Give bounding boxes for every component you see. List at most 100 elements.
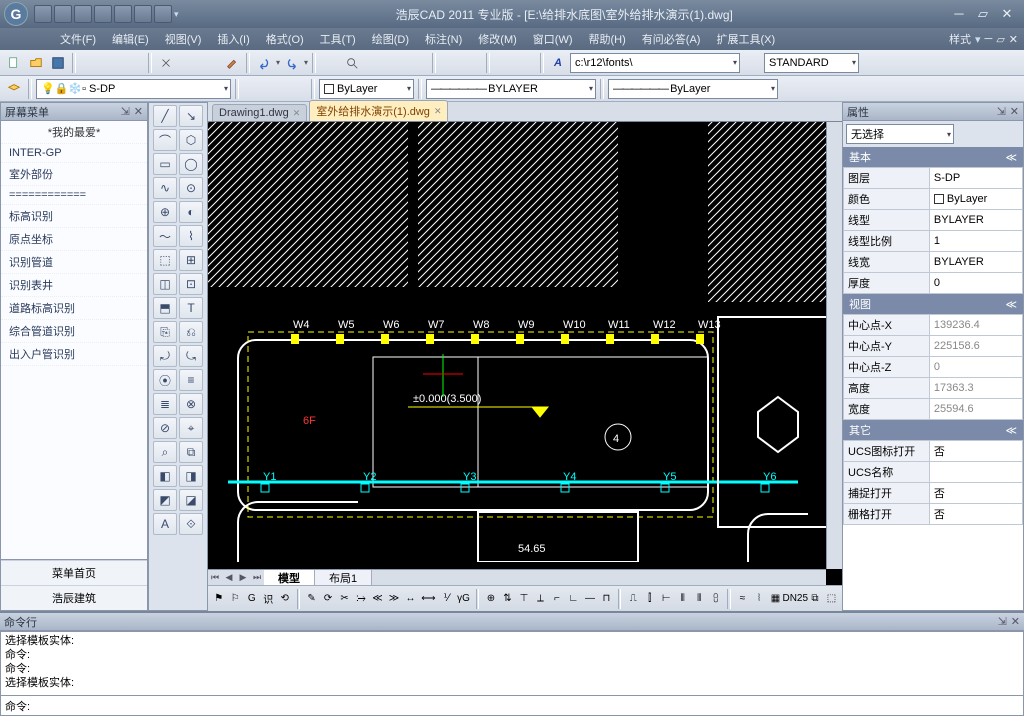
draw-tool-2[interactable]: ⌒	[153, 129, 177, 151]
qat-print[interactable]	[134, 5, 152, 23]
left-item-7[interactable]: 道路标高识别	[1, 297, 147, 320]
left-item-5[interactable]: 识别管道	[1, 251, 147, 274]
draw-tool-9[interactable]: ◐	[179, 201, 203, 223]
tab-first[interactable]: ⏮	[208, 572, 222, 583]
btm-tool-27[interactable]: ⦀	[692, 589, 706, 609]
props-close-icon[interactable]: ✕	[1010, 105, 1019, 118]
tab-close-icon[interactable]: ✕	[434, 106, 442, 117]
left-item-8[interactable]: 综合管道识别	[1, 320, 147, 343]
draw-tool-34[interactable]: A	[153, 513, 177, 535]
app-logo[interactable]: G	[4, 2, 28, 26]
draw-tool-0[interactable]: ╱	[153, 105, 177, 127]
qat-new[interactable]	[34, 5, 52, 23]
menu-11[interactable]: 有问必答(A)	[636, 29, 707, 49]
draw-tool-10[interactable]: ～	[153, 225, 177, 247]
draw-tool-16[interactable]: ⬒	[153, 297, 177, 319]
left-item-3[interactable]: 标高识别	[1, 205, 147, 228]
prop-val-basic-1[interactable]: ByLayer	[929, 189, 1022, 210]
btm-tool-19[interactable]: ⌐	[550, 589, 564, 609]
tb-redo[interactable]	[282, 53, 302, 73]
prop-hdr-basic[interactable]: 基本≪	[843, 147, 1023, 167]
draw-tool-12[interactable]: ⬚	[153, 249, 177, 271]
left-footer-0[interactable]: 菜单首页	[1, 560, 147, 585]
btm-tool-6[interactable]: ⟳	[321, 589, 335, 609]
draw-tool-33[interactable]: ◪	[179, 489, 203, 511]
tb-textstyle-mgr[interactable]	[742, 53, 762, 73]
btm-tool-18[interactable]: ⟂	[534, 589, 548, 609]
btm-tool-9[interactable]: ≪	[371, 589, 385, 609]
draw-tool-14[interactable]: ◫	[153, 273, 177, 295]
tb-zoom-prev[interactable]	[386, 53, 406, 73]
draw-tool-20[interactable]: ⤾	[153, 345, 177, 367]
btm-tool-10[interactable]: ≫	[387, 589, 401, 609]
prop-val-basic-0[interactable]: S-DP	[929, 168, 1022, 189]
command-input[interactable]	[30, 700, 1019, 712]
prop-val-basic-4[interactable]: BYLAYER	[929, 252, 1022, 273]
tb-save[interactable]	[48, 53, 68, 73]
tb-pan[interactable]	[320, 53, 340, 73]
draw-tool-1[interactable]: ↘	[179, 105, 203, 127]
btm-tool-3[interactable]: 识	[262, 589, 276, 609]
tab-last[interactable]: ⏭	[250, 572, 264, 583]
canvas-vscroll[interactable]	[826, 122, 842, 569]
tb-zoom-win[interactable]	[364, 53, 384, 73]
left-item-1[interactable]: 室外部份	[1, 163, 147, 186]
layer-iso[interactable]	[265, 79, 285, 99]
btm-tool-32[interactable]: DN25	[785, 589, 805, 609]
btm-tool-22[interactable]: ⊓	[600, 589, 614, 609]
layer-combo[interactable]: 💡🔒❄️▫ S-DP	[36, 79, 231, 99]
tb-dc[interactable]	[462, 53, 482, 73]
btm-tool-25[interactable]: ⊢	[659, 589, 673, 609]
prop-val-basic-3[interactable]: 1	[929, 231, 1022, 252]
mdi-restore[interactable]: ▱	[996, 33, 1004, 46]
draw-tool-17[interactable]: T	[179, 297, 203, 319]
tab-close-icon[interactable]: ✕	[293, 108, 301, 119]
btm-tool-29[interactable]: ≈	[736, 589, 750, 609]
btm-tool-12[interactable]: ⟷	[420, 589, 436, 609]
minimize-button[interactable]: ─	[950, 6, 968, 22]
tb-undo[interactable]	[254, 53, 274, 73]
btm-tool-4[interactable]: ⟲	[278, 589, 292, 609]
tab-prev[interactable]: ◀	[222, 572, 236, 583]
left-footer-1[interactable]: 浩辰建筑	[1, 585, 147, 610]
tb-plot[interactable]	[124, 53, 144, 73]
btm-tool-20[interactable]: ∟	[567, 589, 581, 609]
prop-val-other-2[interactable]: 否	[929, 483, 1022, 504]
mdi-minimize[interactable]: ─	[985, 33, 993, 45]
draw-tool-24[interactable]: ≣	[153, 393, 177, 415]
menu-5[interactable]: 工具(T)	[314, 29, 362, 49]
layer-state[interactable]	[287, 79, 307, 99]
draw-tool-23[interactable]: ≡	[179, 369, 203, 391]
layer-prev[interactable]	[243, 79, 263, 99]
textstyle-combo[interactable]: STANDARD	[764, 53, 859, 73]
qat-undo[interactable]	[94, 5, 112, 23]
draw-tool-31[interactable]: ◨	[179, 465, 203, 487]
prop-val-other-3[interactable]: 否	[929, 504, 1022, 525]
linetype-combo[interactable]: —————— BYLAYER	[426, 79, 596, 99]
menu-7[interactable]: 标注(N)	[419, 29, 468, 49]
btm-tool-7[interactable]: ✂	[338, 589, 352, 609]
tb-zoom-ext[interactable]	[408, 53, 428, 73]
btm-tool-2[interactable]: G	[245, 589, 259, 609]
draw-tool-22[interactable]: ⦿	[153, 369, 177, 391]
left-item-0[interactable]: INTER-GP	[1, 144, 147, 163]
btm-tool-21[interactable]: —	[583, 589, 597, 609]
model-tab[interactable]: 模型	[264, 570, 315, 585]
draw-tool-19[interactable]: ⎌	[179, 321, 203, 343]
tb-props[interactable]	[440, 53, 460, 73]
color-combo[interactable]: ByLayer	[319, 79, 414, 99]
menu-1[interactable]: 编辑(E)	[106, 29, 155, 49]
menu-6[interactable]: 绘图(D)	[366, 29, 415, 49]
draw-tool-21[interactable]: ⤿	[179, 345, 203, 367]
tb-preview[interactable]	[102, 53, 122, 73]
prop-val-basic-2[interactable]: BYLAYER	[929, 210, 1022, 231]
btm-tool-1[interactable]: ⚐	[229, 589, 243, 609]
props-pin-icon[interactable]: ⇲	[997, 105, 1006, 118]
menu-8[interactable]: 修改(M)	[472, 29, 523, 49]
btm-tool-31[interactable]: ▦	[769, 589, 783, 609]
maximize-button[interactable]: ▱	[974, 6, 992, 22]
btm-tool-34[interactable]: ⬚	[825, 589, 839, 609]
tb-qa[interactable]	[516, 53, 536, 73]
prop-hdr-view[interactable]: 视图≪	[843, 294, 1023, 314]
prop-val-basic-5[interactable]: 0	[929, 273, 1022, 294]
